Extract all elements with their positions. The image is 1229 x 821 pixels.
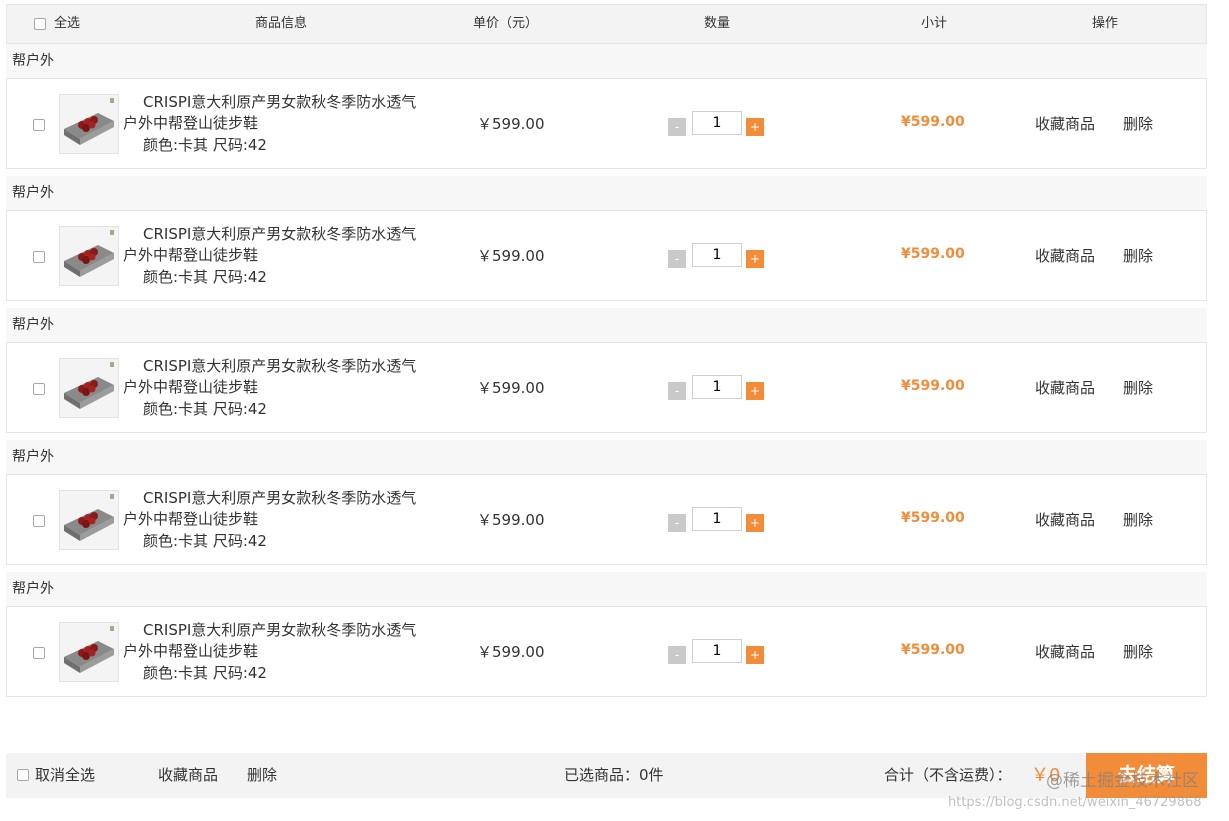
shop-name: 帮户外 — [6, 308, 1207, 342]
select-all-label[interactable]: 全选 — [54, 5, 80, 43]
product-attributes: 颜色:卡其 尺码:42 — [143, 664, 267, 682]
plus-icon[interactable]: + — [746, 118, 764, 136]
item-checkbox[interactable] — [33, 647, 45, 659]
shop-group: 帮户外 CRISPI意大利原产男女款秋冬季防水透气户外中帮登山徒步鞋 颜色:卡其… — [6, 44, 1207, 176]
quantity-input[interactable]: 1 — [692, 243, 742, 267]
watermark-url: https://blog.csdn.net/weixin_46729868 — [948, 795, 1202, 810]
product-name[interactable]: CRISPI意大利原产男女款秋冬季防水透气户外中帮登山徒步鞋 — [123, 620, 423, 662]
cancel-all-label[interactable]: 取消全选 — [35, 753, 95, 798]
item-subtotal: ¥599.00 — [901, 378, 965, 394]
shop-group: 帮户外 CRISPI意大利原产男女款秋冬季防水透气户外中帮登山徒步鞋 颜色:卡其… — [6, 308, 1207, 440]
quantity-input[interactable]: 1 — [692, 111, 742, 135]
bulk-favorite-link[interactable]: 收藏商品 — [158, 753, 218, 798]
column-quantity: 数量 — [704, 16, 731, 31]
shop-name: 帮户外 — [6, 44, 1207, 78]
column-unit-price: 单价（元） — [473, 16, 539, 31]
cancel-all-checkbox[interactable] — [17, 769, 29, 781]
product-attributes: 颜色:卡其 尺码:42 — [143, 136, 267, 154]
cart-item: CRISPI意大利原产男女款秋冬季防水透气户外中帮登山徒步鞋 颜色:卡其 尺码:… — [6, 606, 1207, 697]
minus-icon[interactable]: - — [668, 514, 686, 532]
minus-icon[interactable]: - — [668, 646, 686, 664]
favorite-link[interactable]: 收藏商品 — [1035, 245, 1095, 266]
product-name[interactable]: CRISPI意大利原产男女款秋冬季防水透气户外中帮登山徒步鞋 — [123, 488, 423, 530]
product-image-icon — [60, 623, 118, 681]
product-thumbnail[interactable] — [59, 226, 119, 286]
column-operation: 操作 — [1092, 16, 1119, 31]
item-checkbox[interactable] — [33, 515, 45, 527]
shop-name: 帮户外 — [6, 572, 1207, 606]
shopping-cart: 全选 商品信息 单价（元） 数量 小计 操作 帮户外 CRISPI意大利原产男女… — [6, 4, 1207, 704]
total-label: 合计（不含运费）： — [884, 766, 1012, 784]
product-image-icon — [60, 491, 118, 549]
item-subtotal: ¥599.00 — [901, 246, 965, 262]
quantity-input[interactable]: 1 — [692, 639, 742, 663]
unit-price: ￥599.00 — [477, 643, 545, 661]
column-subtotal: 小计 — [921, 16, 948, 31]
column-product-info: 商品信息 — [255, 16, 308, 31]
cart-header: 全选 商品信息 单价（元） 数量 小计 操作 — [6, 4, 1207, 44]
product-thumbnail[interactable] — [59, 490, 119, 550]
cart-footer: 取消全选 收藏商品 删除 已选商品：0件 合计（不含运费）： ￥0 去结算 — [6, 753, 1207, 798]
delete-link[interactable]: 删除 — [1123, 641, 1153, 662]
product-thumbnail[interactable] — [59, 622, 119, 682]
plus-icon[interactable]: + — [746, 382, 764, 400]
favorite-link[interactable]: 收藏商品 — [1035, 113, 1095, 134]
delete-link[interactable]: 删除 — [1123, 509, 1153, 530]
unit-price: ￥599.00 — [477, 115, 545, 133]
shop-group: 帮户外 CRISPI意大利原产男女款秋冬季防水透气户外中帮登山徒步鞋 颜色:卡其… — [6, 572, 1207, 704]
unit-price: ￥599.00 — [477, 247, 545, 265]
shop-name: 帮户外 — [6, 440, 1207, 474]
cart-item: CRISPI意大利原产男女款秋冬季防水透气户外中帮登山徒步鞋 颜色:卡其 尺码:… — [6, 474, 1207, 565]
cart-item: CRISPI意大利原产男女款秋冬季防水透气户外中帮登山徒步鞋 颜色:卡其 尺码:… — [6, 78, 1207, 169]
favorite-link[interactable]: 收藏商品 — [1035, 509, 1095, 530]
product-thumbnail[interactable] — [59, 94, 119, 154]
bulk-delete-link[interactable]: 删除 — [247, 753, 277, 798]
delete-link[interactable]: 删除 — [1123, 113, 1153, 134]
plus-icon[interactable]: + — [746, 514, 764, 532]
product-image-icon — [60, 227, 118, 285]
item-subtotal: ¥599.00 — [901, 114, 965, 130]
quantity-input[interactable]: 1 — [692, 375, 742, 399]
cart-item: CRISPI意大利原产男女款秋冬季防水透气户外中帮登山徒步鞋 颜色:卡其 尺码:… — [6, 210, 1207, 301]
minus-icon[interactable]: - — [668, 382, 686, 400]
shop-group: 帮户外 CRISPI意大利原产男女款秋冬季防水透气户外中帮登山徒步鞋 颜色:卡其… — [6, 440, 1207, 572]
product-image-icon — [60, 359, 118, 417]
item-subtotal: ¥599.00 — [901, 510, 965, 526]
product-thumbnail[interactable] — [59, 358, 119, 418]
product-image-icon — [60, 95, 118, 153]
delete-link[interactable]: 删除 — [1123, 377, 1153, 398]
item-checkbox[interactable] — [33, 119, 45, 131]
plus-icon[interactable]: + — [746, 646, 764, 664]
product-attributes: 颜色:卡其 尺码:42 — [143, 532, 267, 550]
product-name[interactable]: CRISPI意大利原产男女款秋冬季防水透气户外中帮登山徒步鞋 — [123, 224, 423, 266]
unit-price: ￥599.00 — [477, 511, 545, 529]
plus-icon[interactable]: + — [746, 250, 764, 268]
unit-price: ￥599.00 — [477, 379, 545, 397]
delete-link[interactable]: 删除 — [1123, 245, 1153, 266]
item-subtotal: ¥599.00 — [901, 642, 965, 658]
product-attributes: 颜色:卡其 尺码:42 — [143, 268, 267, 286]
watermark-text: @稀土掘金技术社区 — [1046, 771, 1199, 791]
favorite-link[interactable]: 收藏商品 — [1035, 641, 1095, 662]
favorite-link[interactable]: 收藏商品 — [1035, 377, 1095, 398]
minus-icon[interactable]: - — [668, 118, 686, 136]
item-checkbox[interactable] — [33, 251, 45, 263]
item-checkbox[interactable] — [33, 383, 45, 395]
quantity-input[interactable]: 1 — [692, 507, 742, 531]
product-name[interactable]: CRISPI意大利原产男女款秋冬季防水透气户外中帮登山徒步鞋 — [123, 92, 423, 134]
product-attributes: 颜色:卡其 尺码:42 — [143, 400, 267, 418]
minus-icon[interactable]: - — [668, 250, 686, 268]
shop-name: 帮户外 — [6, 176, 1207, 210]
product-name[interactable]: CRISPI意大利原产男女款秋冬季防水透气户外中帮登山徒步鞋 — [123, 356, 423, 398]
cart-item: CRISPI意大利原产男女款秋冬季防水透气户外中帮登山徒步鞋 颜色:卡其 尺码:… — [6, 342, 1207, 433]
shop-group: 帮户外 CRISPI意大利原产男女款秋冬季防水透气户外中帮登山徒步鞋 颜色:卡其… — [6, 176, 1207, 308]
selected-count: 已选商品：0件 — [564, 766, 664, 784]
select-all-checkbox[interactable] — [34, 18, 46, 30]
